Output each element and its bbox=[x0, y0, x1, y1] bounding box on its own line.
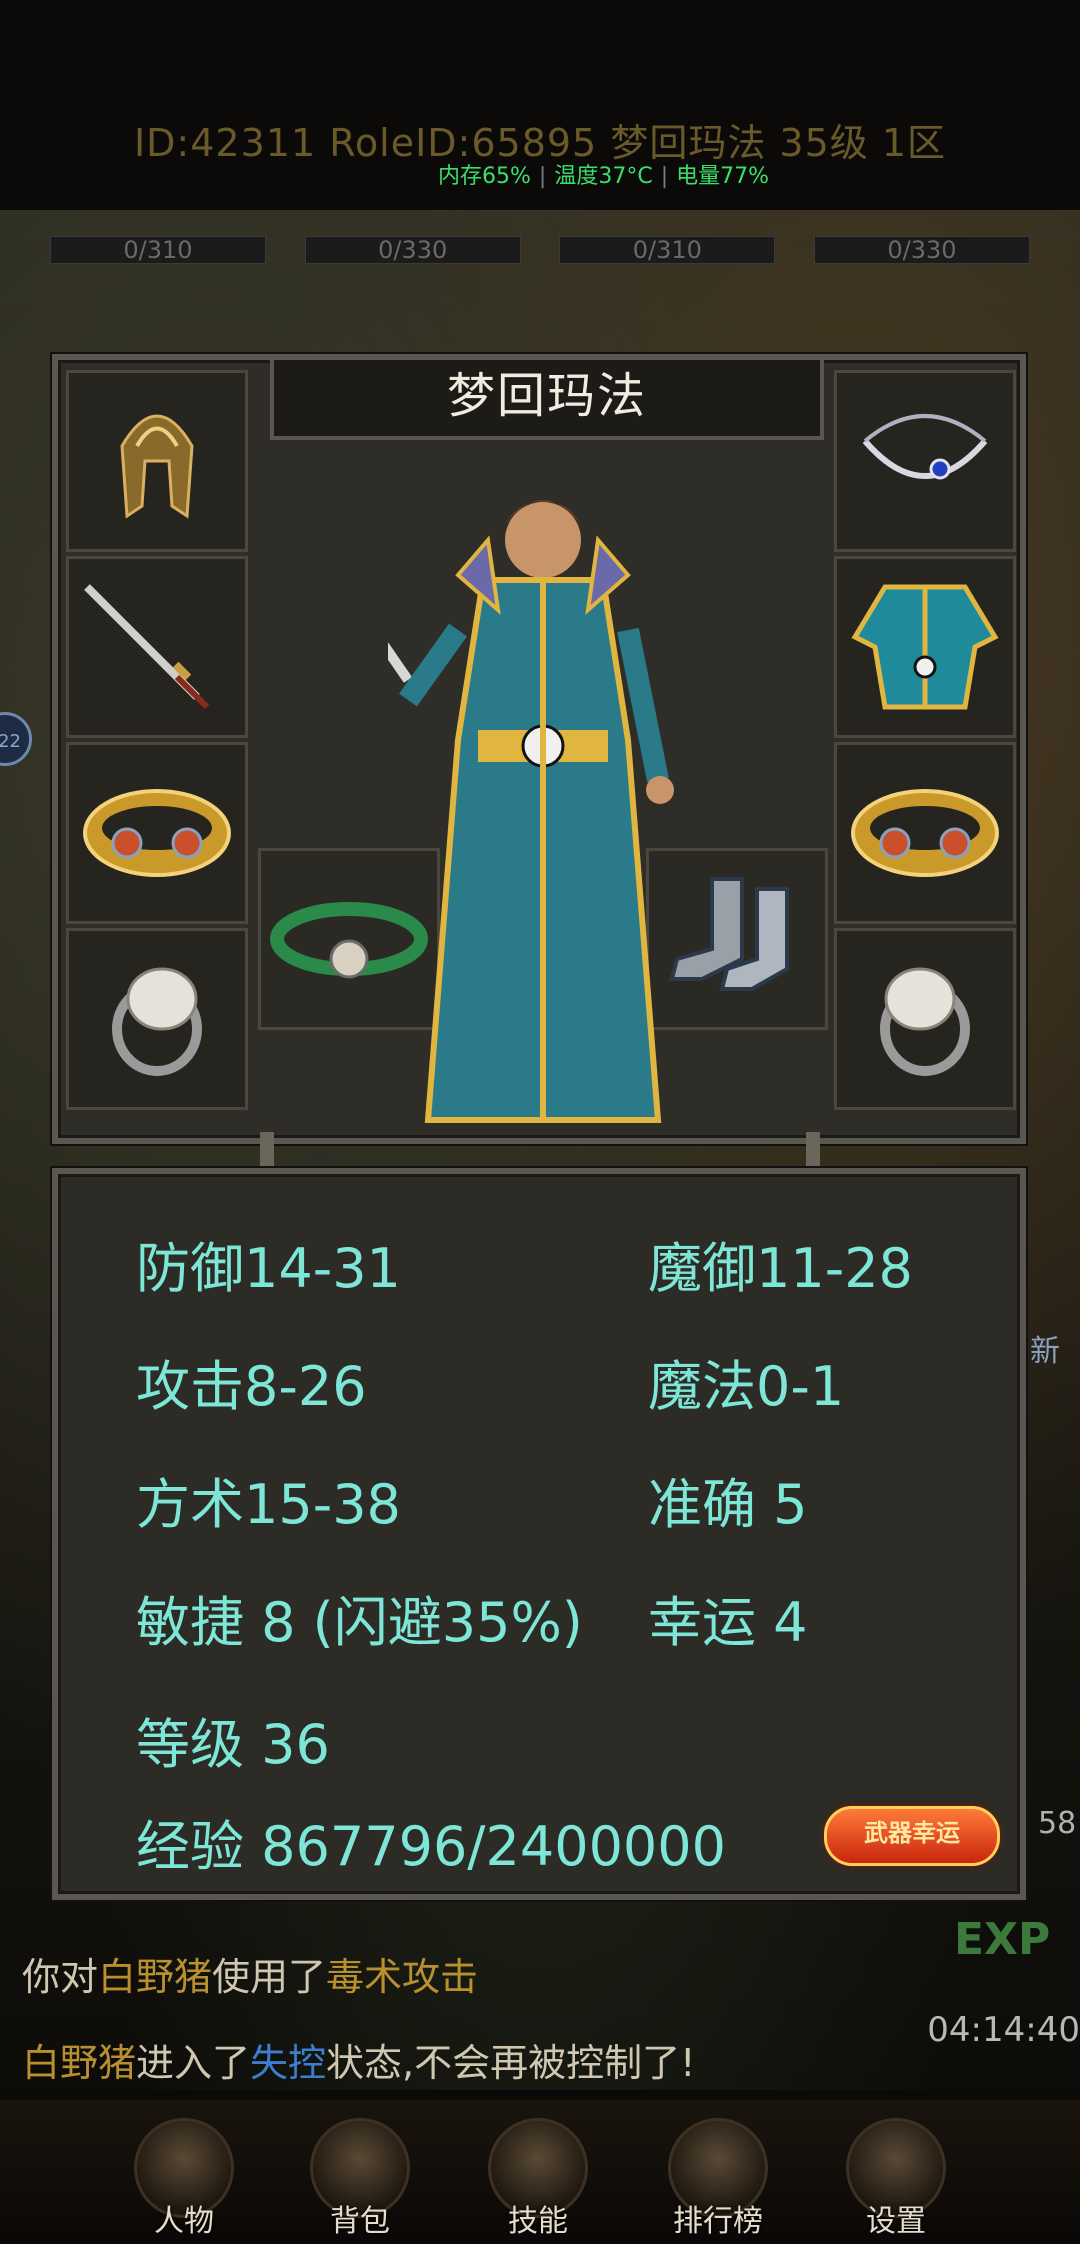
bracelet-icon bbox=[83, 789, 231, 877]
ring-icon bbox=[112, 967, 202, 1076]
hp-bar: 0/330 bbox=[304, 236, 521, 264]
taoism-stat: 方术15-38 bbox=[136, 1473, 401, 1536]
helmet-slot[interactable] bbox=[66, 370, 248, 552]
character-name: 梦回玛法 bbox=[270, 360, 824, 440]
memory-usage: 内存65% bbox=[438, 164, 531, 189]
armor-icon bbox=[851, 584, 999, 710]
side-new-label: 新 bbox=[1030, 1334, 1060, 1369]
nav-ranking[interactable]: 排行榜 bbox=[658, 2118, 778, 2239]
exp-badge[interactable]: EXP bbox=[954, 1914, 1054, 1974]
equipment-panel: 梦回玛法 bbox=[52, 354, 1026, 1144]
chat-message: 白野猪进入了失控状态,不会再被控制了! bbox=[22, 2041, 696, 2085]
sword-icon bbox=[84, 584, 210, 710]
weapon-slot[interactable] bbox=[66, 556, 248, 738]
side-number: 58 bbox=[1038, 1806, 1077, 1841]
right-bracelet-slot[interactable] bbox=[834, 742, 1016, 924]
magic-stat: 魔法0-1 bbox=[648, 1355, 845, 1418]
panel-connector bbox=[806, 1132, 820, 1172]
system-status: 内存65% | 温度37°C | 电量77% bbox=[438, 164, 770, 189]
defense-stat: 防御14-31 bbox=[136, 1237, 401, 1300]
nav-bag[interactable]: 背包 bbox=[300, 2118, 420, 2239]
battery-level: 电量77% bbox=[676, 164, 770, 189]
left-bracelet-slot[interactable] bbox=[66, 742, 248, 924]
level-stat: 等级 36 bbox=[136, 1713, 330, 1776]
necklace-icon bbox=[862, 414, 988, 480]
ring-icon bbox=[880, 967, 970, 1076]
agility-stat: 敏捷 8 (闪避35%) bbox=[136, 1591, 583, 1654]
attack-stat: 攻击8-26 bbox=[136, 1355, 367, 1418]
luck-stat: 幸运 4 bbox=[648, 1591, 808, 1654]
weapon-luck-button[interactable]: 武器幸运 bbox=[824, 1806, 1000, 1866]
hp-bar: 0/310 bbox=[559, 236, 776, 264]
hp-bar: 0/330 bbox=[813, 236, 1030, 264]
temperature: 温度37°C bbox=[554, 164, 653, 189]
target-hp-bars: 0/310 0/330 0/310 0/330 bbox=[50, 236, 1030, 264]
hp-bar: 0/310 bbox=[50, 236, 266, 264]
right-ring-slot[interactable] bbox=[834, 928, 1016, 1110]
character-figure bbox=[388, 500, 674, 1123]
bracelet-icon bbox=[851, 789, 999, 877]
necklace-slot[interactable] bbox=[834, 370, 1016, 552]
nav-settings[interactable]: 设置 bbox=[836, 2118, 956, 2239]
panel-connector bbox=[260, 1132, 274, 1172]
armor-slot[interactable] bbox=[834, 556, 1016, 738]
chat-timestamp: 04:14:40 bbox=[927, 2010, 1080, 2050]
left-ring-slot[interactable] bbox=[66, 928, 248, 1110]
nav-skills[interactable]: 技能 bbox=[478, 2118, 598, 2239]
bottom-navigation: 人物 背包 技能 排行榜 设置 bbox=[0, 2100, 1080, 2244]
nav-character[interactable]: 人物 bbox=[124, 2118, 244, 2239]
magic-defense-stat: 魔御11-28 bbox=[648, 1237, 913, 1300]
helmet-icon bbox=[120, 414, 194, 519]
accuracy-stat: 准确 5 bbox=[648, 1473, 808, 1536]
experience-stat: 经验 867796/2400000 bbox=[136, 1815, 726, 1878]
chat-message: 你对白野猪使用了毒术攻击 bbox=[22, 1955, 479, 1999]
